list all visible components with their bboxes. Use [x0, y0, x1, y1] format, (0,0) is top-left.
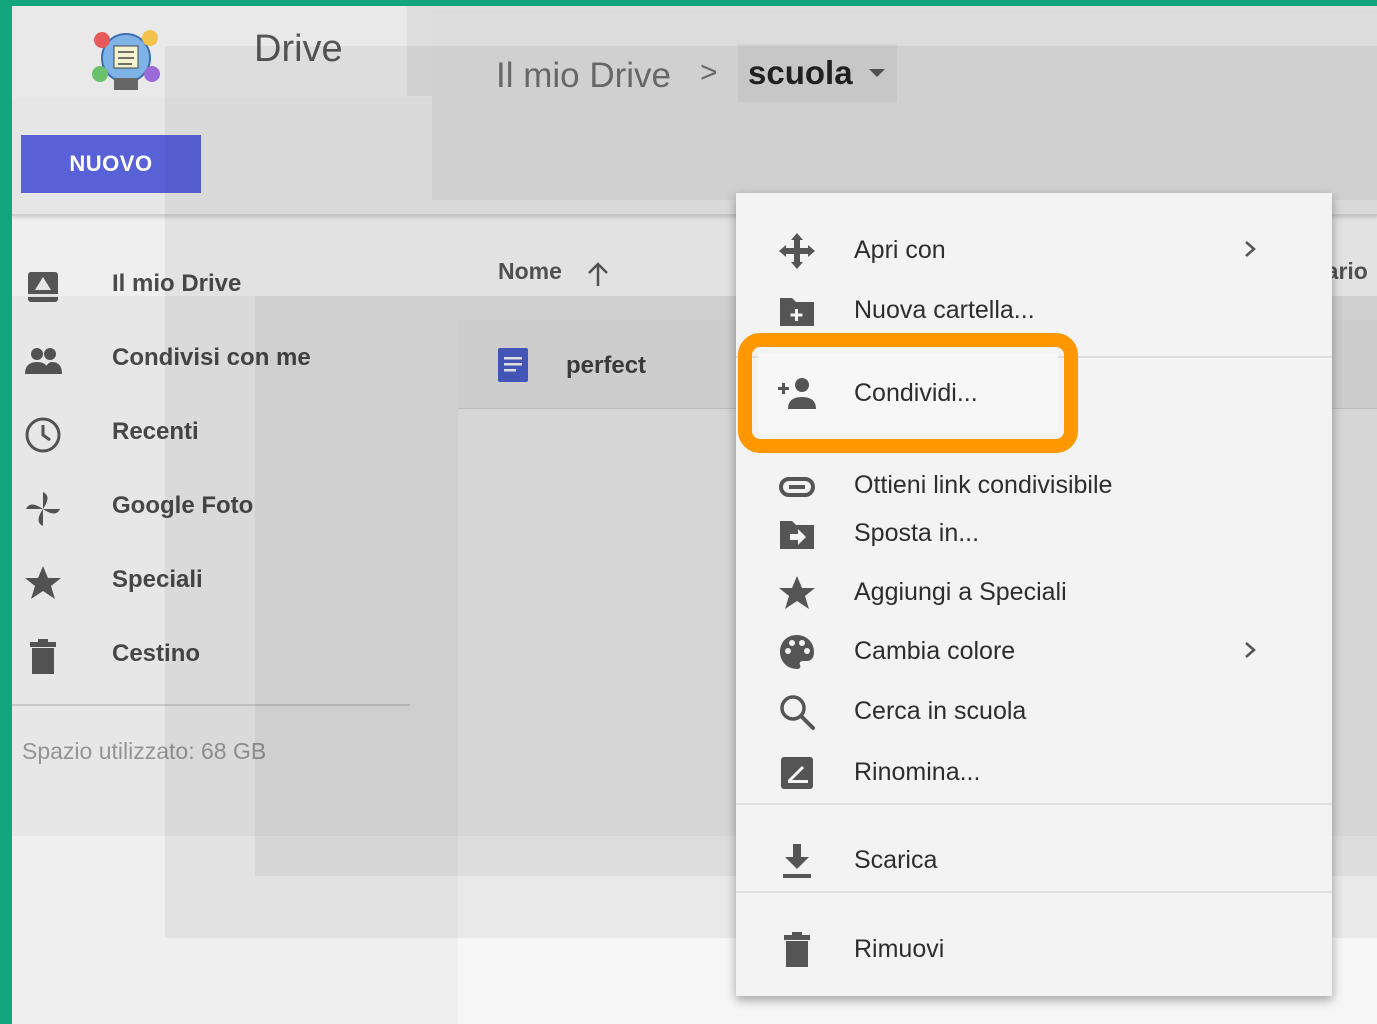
menu-item-label: Rinomina...	[854, 758, 981, 786]
menu-item-label: Scarica	[854, 846, 938, 874]
menu-item-new-folder[interactable]: Nuova cartella...	[736, 282, 1332, 338]
pinwheel-icon	[26, 492, 60, 526]
storage-usage[interactable]: Spazio utilizzato: 68 GB	[22, 738, 266, 765]
sidebar-item-photos[interactable]: Google Foto	[12, 476, 412, 540]
move-folder-icon	[780, 521, 814, 549]
move-icon	[779, 233, 815, 269]
sidebar-item-label: Google Foto	[112, 492, 254, 519]
sidebar-item-starred[interactable]: Speciali	[12, 550, 412, 614]
caret-down-icon	[868, 69, 885, 77]
menu-item-label: Ottieni link condivisibile	[854, 471, 1113, 499]
menu-item-label: Condividi...	[854, 379, 978, 407]
menu-item-move-to[interactable]: Sposta in...	[736, 505, 1332, 561]
chevron-right-icon	[1245, 241, 1256, 257]
sidebar-divider	[12, 704, 410, 706]
file-name: perfect	[566, 352, 647, 379]
sidebar-item-label: Condivisi con me	[112, 344, 311, 371]
menu-item-label: Cerca in scuola	[854, 697, 1027, 725]
drive-icon	[28, 272, 58, 302]
menu-divider	[736, 803, 1332, 805]
sidebar-item-label: Recenti	[112, 418, 199, 445]
school-logo-icon[interactable]	[84, 16, 168, 100]
sidebar-item-shared[interactable]: Condivisi con me	[12, 328, 412, 392]
star-icon	[25, 566, 61, 599]
sidebar-item-label: Speciali	[112, 566, 203, 593]
breadcrumb: Il mio Drive > scuola	[432, 10, 1377, 200]
arrow-up-icon[interactable]	[586, 260, 610, 288]
menu-item-download[interactable]: Scarica	[736, 832, 1332, 888]
sidebar-item-label: Cestino	[112, 640, 201, 667]
menu-item-label: Cambia colore	[854, 637, 1016, 665]
search-icon	[780, 695, 815, 730]
star-icon	[779, 576, 815, 609]
doc-icon	[498, 348, 528, 382]
menu-item-share[interactable]: Condividi...	[758, 353, 1058, 433]
chevron-right-icon	[1245, 642, 1256, 658]
menu-item-label: Nuova cartella...	[854, 296, 1035, 324]
sidebar-item-trash[interactable]: Cestino	[12, 624, 412, 688]
new-button[interactable]: NUOVO	[21, 135, 201, 193]
breadcrumb-separator: >	[700, 56, 718, 89]
sidebar: Il mio Drive Condivisi con me Recenti Go…	[12, 216, 412, 916]
menu-item-rename[interactable]: Rinomina...	[736, 744, 1332, 800]
menu-item-remove[interactable]: Rimuovi	[736, 921, 1332, 977]
link-icon	[779, 477, 815, 497]
menu-divider	[736, 891, 1332, 893]
sidebar-item-label: Il mio Drive	[112, 270, 242, 297]
app-title: Drive	[254, 28, 343, 70]
menu-item-search-in[interactable]: Cerca in scuola	[736, 683, 1332, 739]
menu-item-change-color[interactable]: Cambia colore	[736, 623, 1332, 679]
breadcrumb-current-folder[interactable]: scuola	[738, 44, 897, 102]
new-folder-icon	[780, 298, 814, 326]
palette-icon	[780, 635, 814, 669]
people-icon	[25, 348, 62, 374]
column-header-name[interactable]: Nome	[498, 258, 562, 285]
sidebar-item-my-drive[interactable]: Il mio Drive	[12, 254, 412, 318]
menu-item-open-with[interactable]: Apri con	[736, 222, 1332, 278]
menu-item-label: Aggiungi a Speciali	[854, 578, 1067, 606]
trash-icon	[784, 932, 810, 967]
clock-icon	[25, 417, 61, 453]
trash-icon	[30, 639, 56, 674]
add-person-icon	[778, 378, 816, 409]
context-menu: Apri con Nuova cartella... Ottieni link …	[736, 193, 1332, 996]
sidebar-item-recent[interactable]: Recenti	[12, 402, 412, 466]
menu-item-label: Rimuovi	[854, 935, 945, 963]
menu-item-add-starred[interactable]: Aggiungi a Speciali	[736, 564, 1332, 620]
menu-item-label: Apri con	[854, 236, 946, 264]
download-icon	[783, 844, 811, 878]
menu-item-label: Sposta in...	[854, 519, 980, 547]
rename-icon	[781, 757, 813, 789]
breadcrumb-root[interactable]: Il mio Drive	[496, 56, 671, 96]
breadcrumb-current-label: scuola	[748, 54, 853, 91]
